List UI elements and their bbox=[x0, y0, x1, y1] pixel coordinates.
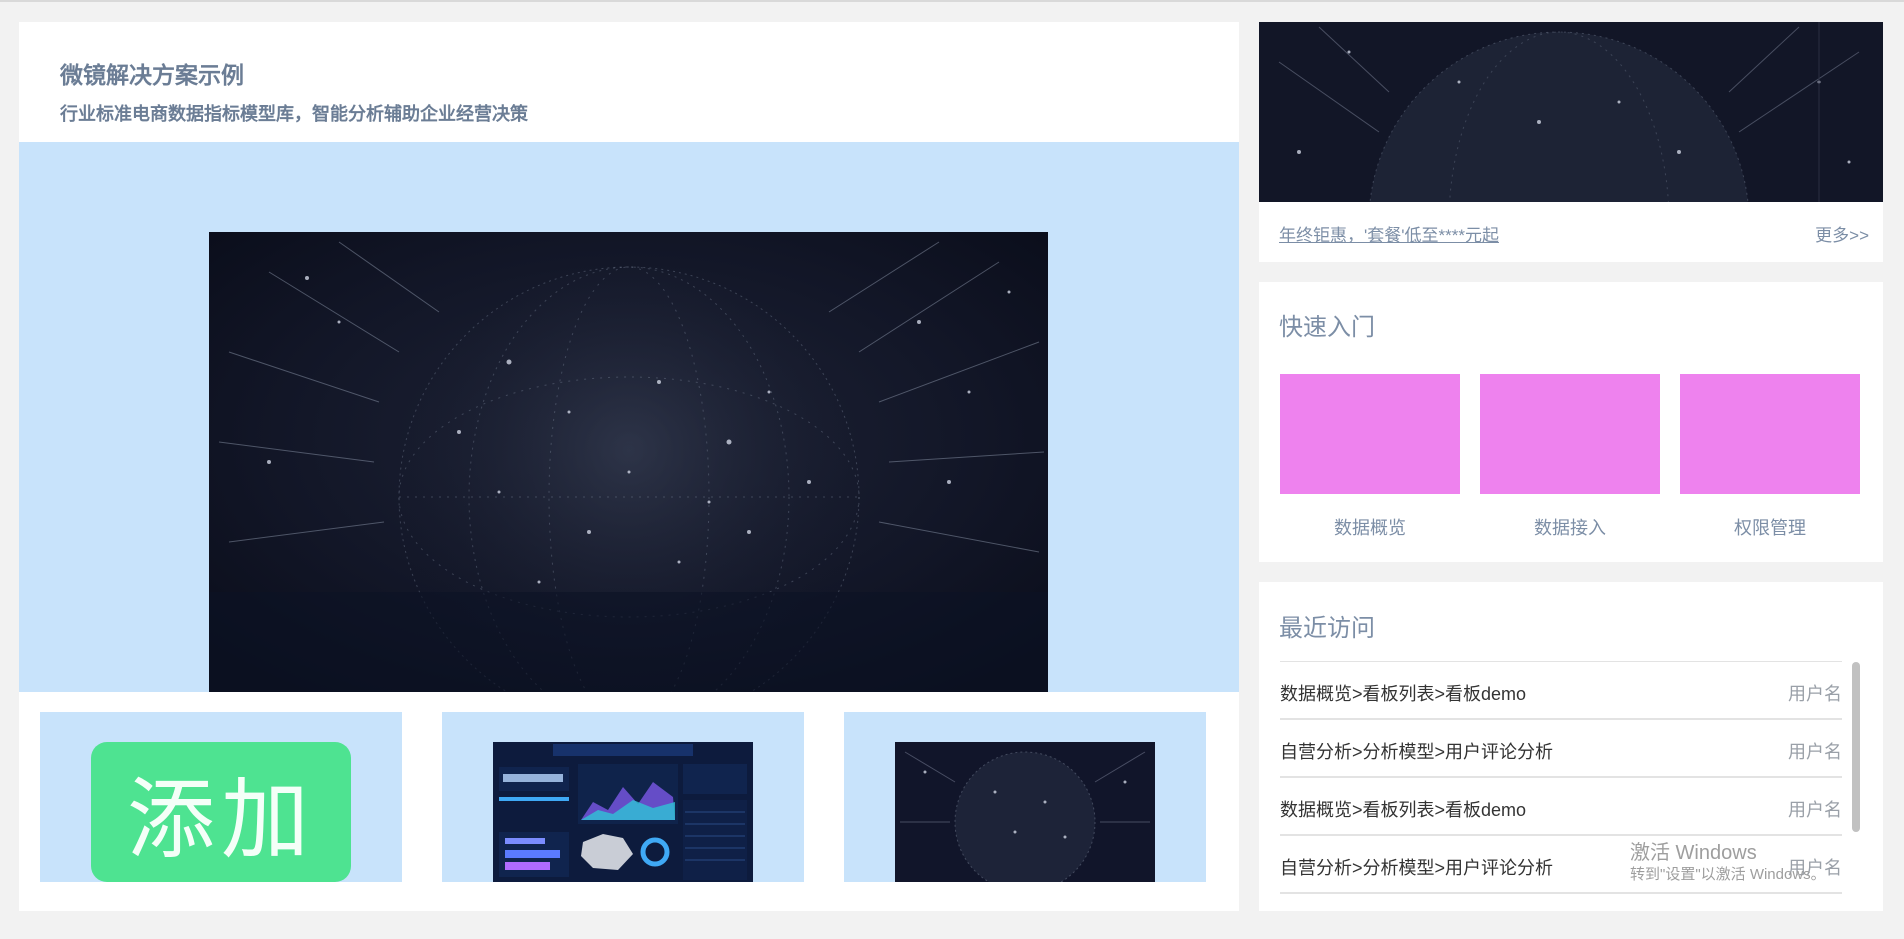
quick-start-title: 快速入门 bbox=[1279, 314, 1375, 341]
recent-item-user: 用户名 bbox=[1788, 800, 1842, 820]
promo-banner-image[interactable] bbox=[1259, 22, 1883, 202]
dashboard-preview-image bbox=[493, 742, 753, 882]
recent-item-path: 数据概览>看板列表>看板demo bbox=[1280, 800, 1527, 820]
solution-examples-panel: 微镜解决方案示例 行业标准电商数据指标模型库，智能分析辅助企业经营决策 添加 bbox=[19, 22, 1239, 911]
recent-item-user: 用户名 bbox=[1788, 684, 1842, 704]
quick-start-tile-permissions[interactable] bbox=[1680, 374, 1860, 494]
list-item[interactable]: 数据概览>看板列表>看板demo 用户名 bbox=[1280, 662, 1842, 720]
list-item[interactable]: 数据概览>看板列表>看板demo 用户名 bbox=[1280, 778, 1842, 836]
add-button[interactable]: 添加 bbox=[91, 742, 351, 882]
recent-item-user: 用户名 bbox=[1788, 858, 1842, 878]
recent-visits-title: 最近访问 bbox=[1279, 615, 1375, 642]
thumbnail-dashboard[interactable] bbox=[442, 712, 804, 882]
recent-item-path: 数据概览>看板列表>看板demo bbox=[1280, 684, 1527, 704]
quick-start-label-data-overview[interactable]: 数据概览 bbox=[1280, 514, 1460, 540]
recent-item-path: 自营分析>分析模型>用户评论分析 bbox=[1280, 858, 1554, 878]
recent-item-path: 自营分析>分析模型>用户评论分析 bbox=[1280, 742, 1554, 762]
promo-link[interactable]: 年终钜惠，'套餐'低至****元起 bbox=[1279, 221, 1499, 246]
quick-start-card: 快速入门 数据概览 数据接入 权限管理 bbox=[1259, 282, 1883, 562]
globe-preview-image bbox=[895, 742, 1155, 882]
page-subtitle: 行业标准电商数据指标模型库，智能分析辅助企业经营决策 bbox=[60, 104, 528, 124]
thumbnail-globe[interactable] bbox=[844, 712, 1206, 882]
globe-network-image bbox=[1259, 22, 1883, 202]
hero-globe-image[interactable] bbox=[209, 232, 1048, 692]
quick-start-tile-data-overview[interactable] bbox=[1280, 374, 1460, 494]
globe-network-image bbox=[895, 742, 1155, 882]
thumbnail-add: 添加 bbox=[40, 712, 402, 882]
recent-visits-list: 数据概览>看板列表>看板demo 用户名 自营分析>分析模型>用户评论分析 用户… bbox=[1280, 661, 1842, 894]
recent-list-scrollbar[interactable] bbox=[1852, 662, 1860, 832]
promo-banner-card: 年终钜惠，'套餐'低至****元起 更多>> bbox=[1259, 22, 1883, 262]
globe-network-image bbox=[209, 232, 1048, 692]
big-screen-dashboard-image bbox=[493, 742, 753, 882]
window-top-border bbox=[0, 0, 1904, 2]
list-item[interactable]: 自营分析>分析模型>用户评论分析 用户名 bbox=[1280, 720, 1842, 778]
recent-visits-card: 最近访问 数据概览>看板列表>看板demo 用户名 自营分析>分析模型>用户评论… bbox=[1259, 582, 1883, 911]
quick-start-tile-data-access[interactable] bbox=[1480, 374, 1660, 494]
list-item[interactable]: 自营分析>分析模型>用户评论分析 用户名 bbox=[1280, 836, 1842, 894]
hero-area bbox=[19, 142, 1239, 692]
recent-item-user: 用户名 bbox=[1788, 742, 1842, 762]
quick-start-label-permissions[interactable]: 权限管理 bbox=[1680, 514, 1860, 540]
more-link[interactable]: 更多>> bbox=[1815, 221, 1869, 246]
quick-start-label-data-access[interactable]: 数据接入 bbox=[1480, 514, 1660, 540]
page-title: 微镜解决方案示例 bbox=[60, 62, 244, 88]
